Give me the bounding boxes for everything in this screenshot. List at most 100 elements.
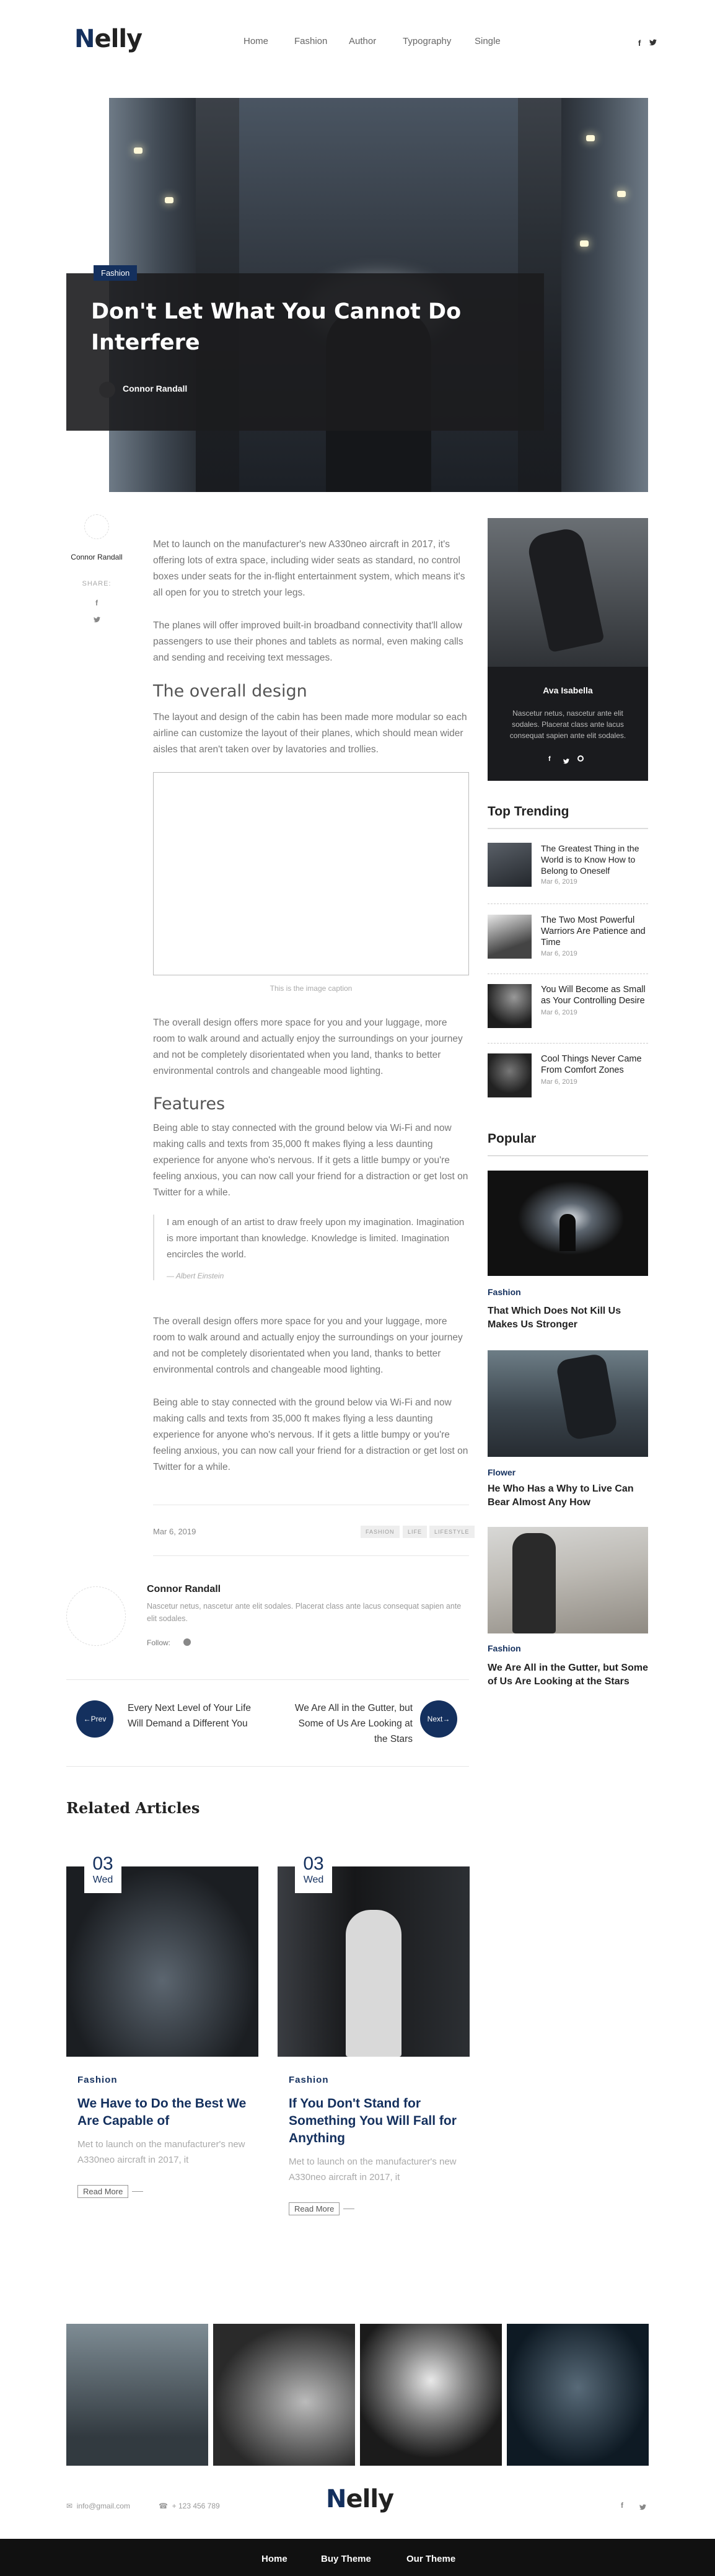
author-box-name[interactable]: Connor Randall xyxy=(147,1584,221,1595)
facebook-icon[interactable]: f xyxy=(548,755,551,763)
section-underline xyxy=(488,828,648,829)
trending-title[interactable]: You Will Become as Small as Your Control… xyxy=(541,984,650,1006)
related-image[interactable] xyxy=(278,1866,470,2057)
popular-category[interactable]: Fashion xyxy=(488,1287,521,1297)
nav-home[interactable]: Home xyxy=(243,36,268,46)
trending-item[interactable]: The Two Most Powerful Warriors Are Patie… xyxy=(488,915,648,972)
prev-post-button[interactable]: ←Prev xyxy=(76,1700,113,1738)
nav-single[interactable]: Single xyxy=(475,36,501,46)
related-category[interactable]: Fashion xyxy=(289,2075,329,2085)
profile-bio: Nascetur netus, nascetur ante elit sodal… xyxy=(509,709,626,740)
read-more-button[interactable]: Read More xyxy=(77,2185,129,2198)
trending-item[interactable]: The Greatest Thing in the World is to Kn… xyxy=(488,843,648,900)
facebook-icon[interactable]: f xyxy=(638,38,641,48)
trending-thumb xyxy=(488,984,532,1028)
next-label: Next xyxy=(427,1715,443,1723)
tag-lifestyle[interactable]: LIFESTYLE xyxy=(429,1526,475,1538)
popular-category[interactable]: Fashion xyxy=(488,1643,521,1653)
twitter-icon[interactable] xyxy=(563,756,569,764)
author-box-avatar xyxy=(66,1586,126,1646)
section-heading-design: The overall design xyxy=(153,682,307,701)
popular-category[interactable]: Flower xyxy=(488,1467,515,1477)
next-post-title[interactable]: We Are All in the Gutter, but Some of Us… xyxy=(289,1700,413,1747)
divider xyxy=(488,903,648,904)
divider xyxy=(488,1043,648,1044)
related-figure xyxy=(346,1910,401,2057)
footer-nav-home[interactable]: Home xyxy=(261,2554,287,2564)
next-post-button[interactable]: Next→ xyxy=(420,1700,457,1738)
author-box-follow-label: Follow: xyxy=(147,1638,171,1647)
footer-phone[interactable]: ☎ + 123 456 789 xyxy=(159,2502,220,2510)
popular-figure xyxy=(559,1214,576,1251)
nav-fashion[interactable]: Fashion xyxy=(294,36,327,46)
related-category[interactable]: Fashion xyxy=(77,2075,118,2085)
quote-author: — Albert Einstein xyxy=(167,1272,224,1280)
article-paragraph: The layout and design of the cabin has b… xyxy=(153,712,467,755)
related-title[interactable]: If You Don't Stand for Something You Wil… xyxy=(289,2095,462,2147)
article-paragraph: Being able to stay connected with the gr… xyxy=(153,1123,468,1198)
trending-title[interactable]: Cool Things Never Came From Comfort Zone… xyxy=(541,1053,650,1076)
related-excerpt: Met to launch on the manufacturer's new … xyxy=(289,2156,457,2183)
tag-fashion[interactable]: FASHION xyxy=(361,1526,400,1538)
phone-icon: ☎ xyxy=(159,2502,168,2510)
facebook-icon[interactable]: f xyxy=(621,2501,623,2510)
instagram-icon[interactable] xyxy=(183,1638,191,1646)
hero-author[interactable]: Connor Randall xyxy=(123,384,187,393)
instagram-icon[interactable] xyxy=(577,755,584,762)
popular-image[interactable] xyxy=(488,1350,648,1457)
trending-item[interactable]: Cool Things Never Came From Comfort Zone… xyxy=(488,1053,648,1110)
popular-figure xyxy=(512,1533,556,1633)
hero-light xyxy=(165,197,173,203)
profile-name[interactable]: Ava Isabella xyxy=(488,685,648,695)
prev-label: Prev xyxy=(90,1715,107,1723)
site-logo[interactable]: Nelly xyxy=(74,25,143,53)
article-paragraph: The planes will offer improved built-in … xyxy=(153,620,463,663)
footer-nav-our-theme[interactable]: Our Theme xyxy=(406,2554,455,2564)
trending-item[interactable]: You Will Become as Small as Your Control… xyxy=(488,984,648,1041)
divider xyxy=(66,1766,469,1767)
hero-category-badge[interactable]: Fashion xyxy=(94,265,138,281)
footer-logo[interactable]: Nelly xyxy=(326,2485,394,2513)
site-header: Nelly Home Fashion Author Typography Sin… xyxy=(0,0,715,87)
prev-post-title[interactable]: Every Next Level of Your Life Will Deman… xyxy=(128,1700,252,1731)
nav-typography[interactable]: Typography xyxy=(403,36,451,46)
hero-title[interactable]: Don't Let What You Cannot Do Interfere xyxy=(91,296,488,358)
footer-nav-buy-theme[interactable]: Buy Theme xyxy=(321,2554,371,2564)
twitter-icon[interactable] xyxy=(639,2502,646,2513)
related-image[interactable] xyxy=(66,1866,258,2057)
popular-figure xyxy=(555,1353,618,1441)
related-day: 03 xyxy=(92,1853,113,1874)
popular-image[interactable] xyxy=(488,1527,648,1633)
popular-title[interactable]: We Are All in the Gutter, but Some of Us… xyxy=(488,1661,648,1689)
facebook-icon[interactable]: f xyxy=(66,599,128,607)
trending-title[interactable]: The Greatest Thing in the World is to Kn… xyxy=(541,843,650,876)
popular-title[interactable]: That Which Does Not Kill Us Makes Us Str… xyxy=(488,1304,648,1332)
gallery-image[interactable] xyxy=(213,2324,355,2466)
article-paragraph: Being able to stay connected with the gr… xyxy=(153,1397,468,1472)
related-title[interactable]: We Have to Do the Best We Are Capable of xyxy=(77,2095,251,2130)
footer-phone-text: + 123 456 789 xyxy=(172,2502,220,2510)
twitter-icon[interactable] xyxy=(649,38,657,48)
share-author-name[interactable]: Connor Randall xyxy=(66,553,128,561)
trending-title[interactable]: The Two Most Powerful Warriors Are Patie… xyxy=(541,915,650,948)
popular-title[interactable]: He Who Has a Why to Live Can Bear Almost… xyxy=(488,1482,648,1510)
gallery-image[interactable] xyxy=(66,2324,208,2466)
twitter-icon[interactable] xyxy=(66,615,128,626)
trending-thumb xyxy=(488,1053,532,1097)
image-caption: This is the image caption xyxy=(270,984,353,993)
logo-rest: elly xyxy=(346,2485,394,2513)
gallery-image[interactable] xyxy=(360,2324,502,2466)
nav-author[interactable]: Author xyxy=(349,36,376,46)
footer-email[interactable]: ✉ info@gmail.com xyxy=(66,2502,130,2510)
related-heading: Related Articles xyxy=(66,1799,200,1817)
tag-life[interactable]: LIFE xyxy=(403,1526,428,1538)
related-weekday: Wed xyxy=(92,1875,113,1885)
gallery-image[interactable] xyxy=(507,2324,649,2466)
read-more-button[interactable]: Read More xyxy=(289,2202,340,2215)
hero-light xyxy=(134,147,143,154)
trending-date: Mar 6, 2019 xyxy=(541,1078,577,1086)
trending-thumb xyxy=(488,843,532,887)
related-day: 03 xyxy=(303,1853,324,1874)
divider xyxy=(66,1679,469,1680)
popular-image[interactable] xyxy=(488,1171,648,1276)
